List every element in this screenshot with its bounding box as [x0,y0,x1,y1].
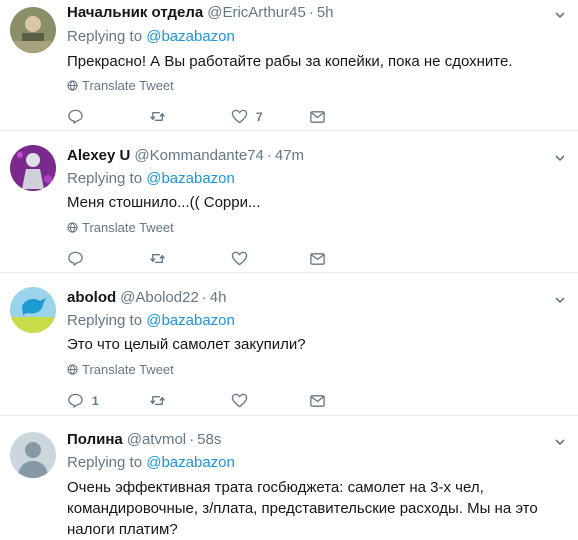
retweet-icon [150,112,165,121]
separator-dot: · [266,147,272,164]
like-button[interactable] [231,392,256,409]
separator-dot: · [308,4,314,21]
like-button[interactable]: 7 [231,108,263,125]
direct-message-button[interactable] [309,250,326,267]
translate-tweet[interactable]: Translate Tweet [67,78,174,93]
display-name[interactable]: Полина [67,431,123,448]
tweet-actions: 7 [67,108,367,128]
chevron-down-icon[interactable] [554,152,566,164]
mention-link[interactable]: @bazabazon [146,28,235,45]
chevron-down-icon[interactable] [554,9,566,21]
replying-label: Replying to [67,170,143,187]
tweet[interactable]: Полина @atvmol · 58s Replying to @bazabazon… [0,416,578,539]
heart-icon [231,109,248,124]
tweet[interactable]: Начальник отдела @EricArthur45 · 5h Replyin… [0,0,578,131]
tweet-header: Alexey U @Kommandante74 · 47m [67,147,304,164]
globe-icon [67,80,78,91]
translate-tweet[interactable]: Translate Tweet [67,362,174,377]
retweet-button[interactable] [149,392,166,409]
envelope-icon [310,395,325,407]
tweet-actions: 1 [67,392,367,412]
tweet-text: Прекрасно! А Вы работайте рабы за копейк… [67,53,513,70]
tweet[interactable]: abolod @Abolod22 · 4h Replying to @bazabazo… [0,273,578,416]
avatar[interactable] [10,7,56,53]
replying-label: Replying to [67,28,143,45]
tweet-header: Начальник отдела @EricArthur45 · 5h [67,4,334,21]
reply-button[interactable]: 1 [67,392,99,409]
avatar[interactable] [10,432,56,478]
replying-to: Replying to @bazabazon [67,170,235,187]
avatar[interactable] [10,287,56,333]
tweet-text: Меня стошнило...(( Сорри... [67,194,261,211]
globe-icon [67,222,78,233]
retweet-button[interactable] [149,250,166,267]
user-handle[interactable]: @atvmol [127,431,186,448]
replying-to: Replying to @bazabazon [67,454,235,471]
timestamp[interactable]: 58s [197,431,221,448]
user-handle[interactable]: @Abolod22 [120,289,199,306]
reply-button[interactable] [67,250,92,267]
replying-label: Replying to [67,312,143,329]
display-name[interactable]: abolod [67,289,116,306]
mention-link[interactable]: @bazabazon [146,454,235,471]
avatar[interactable] [10,145,56,191]
translate-label: Translate Tweet [82,78,174,93]
mention-link[interactable]: @bazabazon [146,170,235,187]
reply-count: 1 [92,393,99,408]
tweet-actions [67,250,367,270]
tweet[interactable]: Alexey U @Kommandante74 · 47m Replying to @… [0,131,578,273]
like-button[interactable] [231,250,256,267]
envelope-icon [310,111,325,123]
globe-icon [67,364,78,375]
reply-button[interactable] [67,108,92,125]
reply-icon [68,393,83,408]
tweet-header: abolod @Abolod22 · 4h [67,289,226,306]
reply-icon [68,251,83,266]
chevron-down-icon[interactable] [554,294,566,306]
like-count: 7 [256,109,263,124]
mention-link[interactable]: @bazabazon [146,312,235,329]
translate-label: Translate Tweet [82,362,174,377]
display-name[interactable]: Начальник отдела [67,4,203,21]
reply-icon [68,109,83,124]
separator-dot: · [201,289,207,306]
timestamp[interactable]: 5h [317,4,334,21]
direct-message-button[interactable] [309,108,326,125]
chevron-down-icon[interactable] [554,436,566,448]
replying-to: Replying to @bazabazon [67,312,235,329]
tweet-text: Очень эффективная трата госбюджета: само… [67,479,538,538]
translate-label: Translate Tweet [82,220,174,235]
retweet-icon [150,254,165,263]
replying-to: Replying to @bazabazon [67,28,235,45]
display-name[interactable]: Alexey U [67,147,130,164]
timestamp[interactable]: 4h [210,289,227,306]
tweet-text: Это что целый самолет закупили? [67,336,306,353]
heart-icon [231,393,248,408]
replying-label: Replying to [67,454,143,471]
retweet-button[interactable] [149,108,166,125]
translate-tweet[interactable]: Translate Tweet [67,220,174,235]
tweet-header: Полина @atvmol · 58s [67,431,221,448]
user-handle[interactable]: @Kommandante74 [134,147,263,164]
separator-dot: · [189,431,195,448]
user-handle[interactable]: @EricArthur45 [207,4,306,21]
heart-icon [231,251,248,266]
direct-message-button[interactable] [309,392,326,409]
timestamp[interactable]: 47m [275,147,304,164]
retweet-icon [150,396,165,405]
envelope-icon [310,253,325,265]
